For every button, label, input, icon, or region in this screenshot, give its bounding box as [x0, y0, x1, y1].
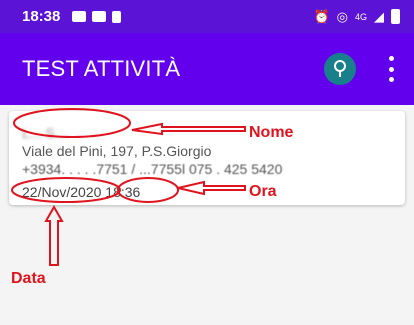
- nome-ellipse: [13, 108, 131, 138]
- annotation-data: Data: [11, 270, 46, 287]
- annotation-nome: Nome: [249, 124, 294, 141]
- ora-arrow: [177, 180, 246, 196]
- time-ellipse: [117, 177, 179, 203]
- data-arrow: [44, 204, 64, 266]
- nome-arrow: [131, 122, 246, 136]
- date-ellipse: [11, 177, 121, 203]
- annotation-overlay: [11, 108, 246, 266]
- annotation-ora: Ora: [249, 183, 277, 200]
